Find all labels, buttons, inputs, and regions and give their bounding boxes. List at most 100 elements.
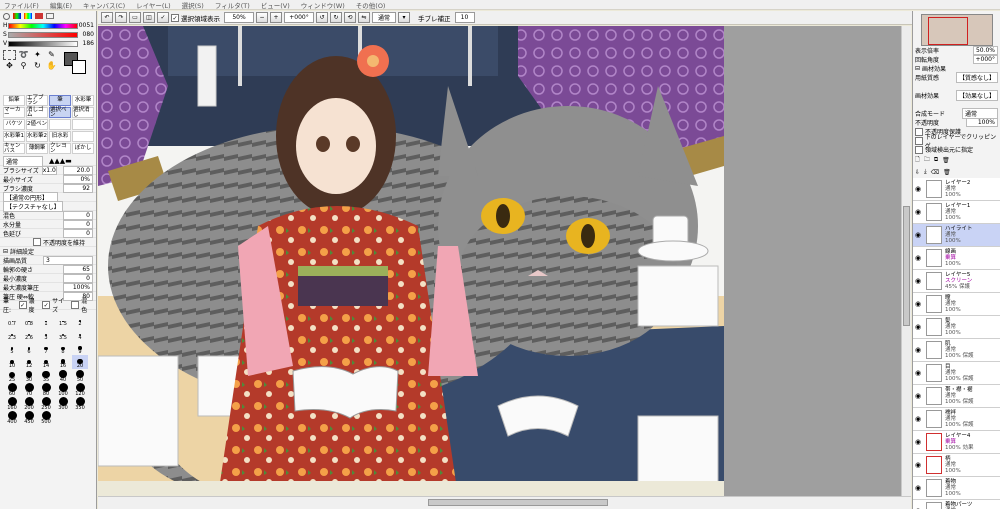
redo-button[interactable]: ↷ [115,12,127,23]
hue-slider-row[interactable]: H 0051 [0,21,96,30]
brush-size-preset[interactable]: 40 [55,369,71,383]
vertical-scroll-thumb[interactable] [903,206,910,326]
brush-size-preset[interactable]: 1 [38,313,54,327]
saturation-slider-row[interactable]: S 080 [0,30,96,39]
flip-button[interactable]: ⇋ [358,12,370,23]
swatch-icon[interactable] [46,13,54,19]
illustration-canvas[interactable] [98,26,724,496]
min-size-value[interactable]: 0% [63,174,93,184]
brush-size-preset[interactable]: 160 [4,397,20,411]
eye-icon[interactable]: ◉ [915,369,923,377]
brush-size-mult[interactable]: x1.0 [41,165,57,175]
keep-opacity-checkbox[interactable] [33,238,41,246]
collapse-icon[interactable]: ⊟ [915,65,920,72]
brush-size-preset[interactable]: 400 [4,411,20,425]
brush-size-preset[interactable]: 10 [4,355,20,369]
tool-select-pen[interactable]: 選択ペン [49,107,71,118]
layer-row[interactable]: ◉ 柄通常 100% [913,454,1000,477]
eye-icon[interactable]: ◉ [915,346,923,354]
eye-icon[interactable]: ◉ [915,208,923,216]
horizontal-scroll-thumb[interactable] [428,499,608,506]
brush-size-preset[interactable]: 200 [21,397,37,411]
vertical-scrollbar[interactable] [901,26,911,496]
brush-size-preset[interactable]: 5 [4,341,20,355]
tool-bucket[interactable]: バケツ [3,119,25,130]
palette-icon[interactable] [35,13,43,19]
brush-size-preset[interactable]: 2.3 [4,327,20,341]
tool-watercolor-2[interactable]: 水彩筆2 [26,131,48,142]
brush-density-value[interactable]: 92 [63,183,93,193]
tool-crayon[interactable]: クレヨン [49,143,71,154]
brush-size-preset[interactable]: 0.7 [4,313,20,327]
zoom-in-button[interactable]: + [270,12,282,23]
merge-down-icon[interactable]: ⤓ [924,168,927,176]
selection-source-checkbox[interactable] [915,145,923,154]
blend-mode-select[interactable]: 通常 [372,12,396,23]
rotate-right-button[interactable]: ↻ [330,12,342,23]
invert-selection-button[interactable]: ◫ [143,12,155,23]
menu-canvas[interactable]: キャンバス(C) [83,0,125,10]
brush-size-preset[interactable]: 500 [38,411,54,425]
brush-size-preset[interactable]: 3 [38,327,54,341]
menu-selection[interactable]: 選択(S) [182,0,204,10]
hardness-value[interactable]: 65 [63,264,93,274]
move-icon[interactable]: ✥ [3,61,16,71]
tool-marker[interactable]: マーカー [3,107,25,118]
new-layer-icon[interactable]: 🗋 [915,155,920,165]
brush-size-preset[interactable]: 16 [55,355,71,369]
brush-size-preset[interactable]: 8 [55,341,71,355]
eyedropper-icon[interactable]: ✎ [45,50,58,60]
layer-row[interactable]: ◉ レイヤー2 通常 100% [913,178,1000,201]
brush-size-preset[interactable]: 20 [72,355,88,369]
layer-row[interactable]: ◉ レイヤー4 乗算 100% 効果 [913,431,1000,454]
brush-size-preset[interactable]: 300 [55,397,71,411]
brush-size-preset[interactable]: 4 [72,327,88,341]
navigator-viewport[interactable] [927,17,968,45]
horizontal-scrollbar[interactable] [98,496,911,509]
magic-wand-icon[interactable]: ✦ [31,50,44,60]
eye-icon[interactable]: ◉ [915,392,923,400]
trash-icon[interactable]: 🗑 [943,169,951,176]
tool-empty-1[interactable] [49,119,71,130]
layer-row[interactable]: ◉ 髪通常 100% [913,316,1000,339]
brush-size-preset[interactable]: 35 [38,369,54,383]
rotate-reset-button[interactable]: ⟲ [344,12,356,23]
eye-icon[interactable]: ◉ [915,461,923,469]
tool-canvas[interactable]: キャンバス [3,143,25,154]
hand-tool-icon[interactable]: ✋ [45,61,58,71]
eye-icon[interactable]: ◉ [915,231,923,239]
brush-size-preset[interactable]: 0.8 [21,313,37,327]
opacity-value[interactable]: 100% [966,118,998,127]
brush-size-preset[interactable]: 9 [72,341,88,355]
paper-texture-select[interactable]: 【質感なし】 [955,72,998,83]
canvas-area[interactable] [98,26,911,496]
angle-value[interactable]: +000° [972,55,998,64]
brush-size-preset[interactable]: 1.5 [55,313,71,327]
pressure-size-checkbox[interactable]: ✓ [42,301,51,309]
layer-row[interactable]: ◉ 瞳通常 100% [913,293,1000,316]
zoom-out-button[interactable]: − [256,12,268,23]
stabilizer-select[interactable]: 10 [454,12,475,23]
angle-row[interactable]: 回転角度 +000° [913,55,1000,64]
paper-texture-row[interactable]: 用紙質感 【質感なし】 [913,72,1000,83]
brush-size-preset[interactable]: 30 [21,369,37,383]
layer-row[interactable]: ◉ 線画 乗算 100% [913,247,1000,270]
selection-show-toggle[interactable]: ✓ [157,12,169,23]
brush-size-preset[interactable]: 100 [55,383,71,397]
zoom-value[interactable]: 50.0% [972,46,998,55]
layer-row[interactable]: ◉ 帯・襟・裾 通常 100% 保護 [913,385,1000,408]
brush-size-preset[interactable]: 2.6 [21,327,37,341]
tool-eraser[interactable]: 消しゴム [26,107,48,118]
quality-select[interactable]: 3 [43,255,93,265]
hue-slider[interactable] [8,22,78,29]
eye-icon[interactable]: ◉ [915,484,923,492]
menu-edit[interactable]: 編集(E) [50,0,72,10]
menu-layer[interactable]: レイヤー(L) [136,0,171,10]
water-value[interactable]: 0 [63,219,93,229]
value-slider-row[interactable]: V 186 [0,39,96,48]
eye-icon[interactable]: ◉ [915,254,923,262]
opacity-row[interactable]: 不透明度 100% [913,118,1000,127]
menu-view[interactable]: ビュー(V) [261,0,290,10]
brush-size-preset[interactable]: 7 [38,341,54,355]
tool-old-watercolor[interactable]: 旧水彩 [49,131,71,142]
